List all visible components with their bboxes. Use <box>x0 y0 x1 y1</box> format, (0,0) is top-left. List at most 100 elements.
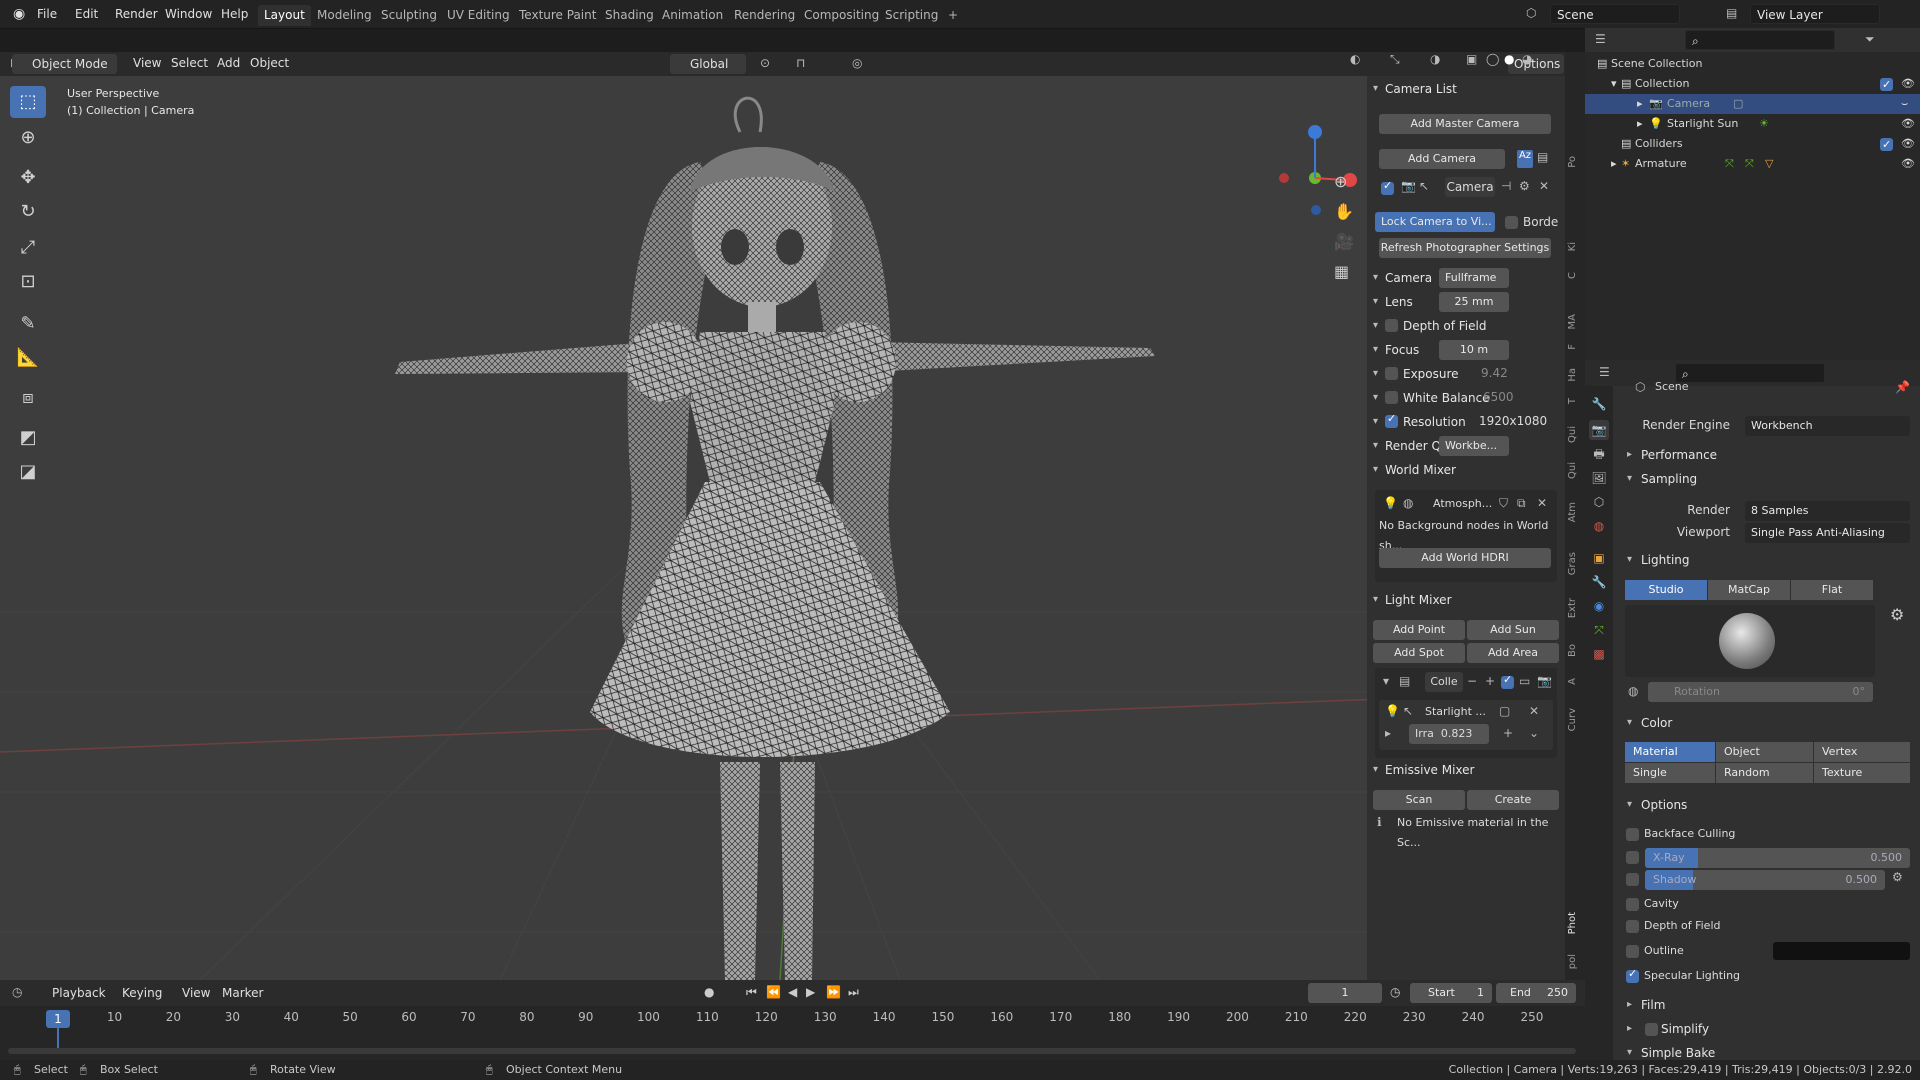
menu-file[interactable]: File <box>32 5 62 24</box>
sidebar-tab-ki[interactable]: Ki <box>1567 242 1583 251</box>
add-master-camera-button[interactable]: Add Master Camera <box>1379 114 1551 134</box>
tab-rendering[interactable]: Rendering <box>728 5 801 26</box>
editor-type-icon[interactable]: ☰ <box>1595 32 1606 46</box>
move-tool-icon[interactable]: ✥ <box>10 162 46 194</box>
sort-az-icon[interactable]: Az <box>1517 150 1533 168</box>
tab-scripting[interactable]: Scripting <box>879 5 944 26</box>
shadow-slider[interactable]: Shadow 0.500 <box>1645 870 1885 890</box>
menu-add[interactable]: Add <box>212 54 245 73</box>
color-object[interactable]: Object <box>1716 742 1813 762</box>
add-point-button[interactable]: Add Point <box>1373 620 1465 640</box>
camera-name-field[interactable]: Camera <box>1445 177 1495 197</box>
camera-list-icon[interactable]: ▤ <box>1537 150 1548 164</box>
menu-playback[interactable]: Playback <box>46 983 112 1003</box>
rotate-tool-icon[interactable]: ↻ <box>10 196 46 228</box>
proportional-edit-icon[interactable]: ◎ <box>852 56 862 70</box>
menu-keying[interactable]: Keying <box>116 983 172 1003</box>
menu-select[interactable]: Select <box>166 54 213 73</box>
tab-sculpting[interactable]: Sculpting <box>375 5 443 26</box>
collection-enabled-checkbox[interactable] <box>1501 673 1514 689</box>
irradiance-field[interactable]: Irra 0.823 <box>1409 724 1489 744</box>
options-dropdown[interactable]: Options <box>1508 54 1564 74</box>
solid-shading-icon[interactable]: ● <box>1504 52 1514 66</box>
film-section[interactable]: Film <box>1625 993 1915 1017</box>
custom-tool-2-icon[interactable]: ◪ <box>10 456 46 488</box>
camera-view-icon[interactable]: 🎥 <box>1334 232 1354 251</box>
light-color-icon[interactable]: ▢ <box>1499 704 1510 718</box>
pin-icon[interactable]: 📌 <box>1895 380 1910 394</box>
wireframe-shading-icon[interactable]: ◯ <box>1486 52 1499 66</box>
eye-icon[interactable]: 👁 <box>1901 134 1915 154</box>
armature-pose-icon[interactable]: ⤧ <box>1745 154 1754 174</box>
sidebar-tab-bo[interactable]: Bo <box>1567 644 1583 657</box>
scene-icon[interactable]: ⬡ <box>1526 6 1536 20</box>
editor-type-icon[interactable]: ☰ <box>1599 365 1610 379</box>
camera-enabled-checkbox[interactable] <box>1381 179 1394 195</box>
light-expand-icon[interactable]: ▸ <box>1385 726 1391 740</box>
cavity-checkbox[interactable] <box>1626 898 1639 911</box>
playhead[interactable]: 1 <box>46 1010 70 1028</box>
collection-camera-icon[interactable]: 📷 <box>1537 674 1552 688</box>
outliner-row-colliders[interactable]: ▤ Colliders 👁 <box>1585 134 1920 155</box>
ortho-grid-icon[interactable]: ▦ <box>1334 262 1349 281</box>
pan-hand-icon[interactable]: ✋ <box>1334 202 1354 221</box>
world-tab-icon[interactable]: ◍ <box>1589 516 1609 536</box>
add-sun-button[interactable]: Add Sun <box>1467 620 1559 640</box>
render-engine-dropdown[interactable]: Workbench <box>1745 416 1910 436</box>
custom-tool-icon[interactable]: ◩ <box>10 422 46 454</box>
menu-render[interactable]: Render <box>110 5 163 24</box>
visibility-icon[interactable]: ◐ <box>1350 52 1360 66</box>
outliner-search-input[interactable]: ⌕ <box>1685 30 1835 50</box>
light-pointer-icon[interactable]: ↖ <box>1403 704 1413 718</box>
light-bulb-icon[interactable]: 💡 <box>1385 704 1400 718</box>
white-balance-value[interactable]: 6500 <box>1483 387 1514 407</box>
irradiance-dropdown-icon[interactable]: ⌄ <box>1529 726 1539 740</box>
armature-modifier-icon[interactable]: ▽ <box>1765 154 1773 174</box>
add-world-hdri-button[interactable]: Add World HDRI <box>1379 548 1551 568</box>
end-frame-field[interactable]: End 250 <box>1496 983 1576 1003</box>
simplify-section[interactable]: Simplify <box>1625 1017 1915 1041</box>
menu-window[interactable]: Window <box>160 5 217 24</box>
sidebar-tab-t[interactable]: T <box>1567 398 1583 404</box>
sidebar-tab-pol[interactable]: pol <box>1567 954 1583 969</box>
transform-orientation-dropdown[interactable]: Global <box>670 54 746 74</box>
menu-object[interactable]: Object <box>245 54 294 73</box>
performance-section[interactable]: Performance <box>1625 443 1915 467</box>
modifier-tab-icon[interactable]: 🔧 <box>1589 572 1609 592</box>
color-texture[interactable]: Texture <box>1814 763 1910 783</box>
scene-field[interactable]: Scene <box>1550 4 1680 24</box>
scene-tab-icon[interactable]: ⬡ <box>1589 492 1609 512</box>
snap-icon[interactable]: ⊓ <box>796 56 805 70</box>
create-button[interactable]: Create <box>1467 790 1559 810</box>
eye-icon[interactable]: 👁 <box>1901 114 1915 134</box>
focus-value[interactable]: 10 m <box>1439 340 1509 360</box>
color-section[interactable]: Color <box>1625 711 1915 735</box>
menu-view[interactable]: View <box>128 54 166 73</box>
viewport-aa-dropdown[interactable]: Single Pass Anti-Aliasing <box>1745 523 1910 543</box>
world-space-lighting-icon[interactable]: ◍ <box>1628 684 1638 698</box>
specular-lighting-checkbox[interactable] <box>1626 967 1639 983</box>
camera-render-icon[interactable]: 📷 <box>1401 179 1416 193</box>
menu-edit[interactable]: Edit <box>70 5 103 24</box>
render-samples-dropdown[interactable]: 8 Samples <box>1745 501 1910 521</box>
preferences-gear-icon[interactable]: ⚙ <box>1890 605 1904 624</box>
sidebar-tab-extr[interactable]: Extr <box>1567 598 1583 618</box>
expand-icon[interactable]: ▸ <box>1611 154 1617 174</box>
lighting-flat[interactable]: Flat <box>1791 580 1873 600</box>
rotation-field[interactable]: Rotation 0° <box>1648 682 1873 702</box>
add-spot-button[interactable]: Add Spot <box>1373 643 1465 663</box>
add-cube-tool-icon[interactable]: ⧈ <box>10 382 46 414</box>
filter-icon[interactable]: ⏷ <box>1865 32 1875 47</box>
world-remove-icon[interactable]: ✕ <box>1537 496 1547 510</box>
xray-checkbox[interactable] <box>1626 851 1639 864</box>
lighting-studio[interactable]: Studio <box>1625 580 1707 600</box>
sidebar-tab-gras[interactable]: Gras <box>1567 552 1583 575</box>
resolution-checkbox[interactable] <box>1385 412 1398 428</box>
armature-data-icon[interactable]: ⤧ <box>1725 154 1734 174</box>
tab-shading[interactable]: Shading <box>599 5 660 26</box>
expand-icon[interactable]: ▾ <box>1611 74 1617 94</box>
dof-checkbox[interactable] <box>1626 920 1639 933</box>
xray-slider[interactable]: X-Ray 0.500 <box>1645 848 1910 868</box>
view-layer-icon[interactable]: ▤ <box>1726 6 1737 20</box>
sidebar-tab-c[interactable]: C <box>1567 272 1583 279</box>
